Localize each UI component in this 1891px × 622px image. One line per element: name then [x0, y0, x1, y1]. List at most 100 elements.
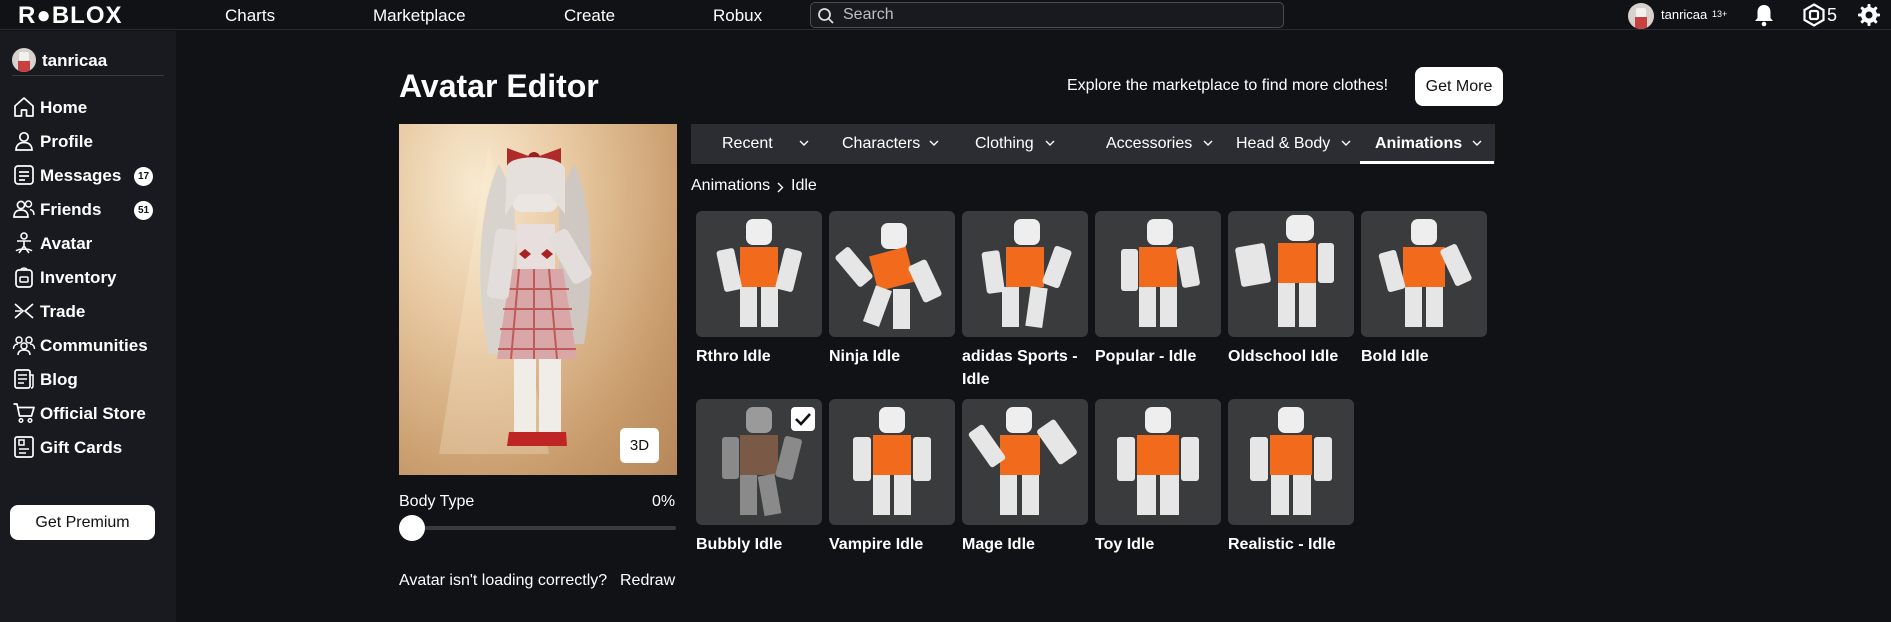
- sidebar-item-label: Gift Cards: [40, 438, 123, 457]
- item-name: Bold Idle: [1361, 348, 1429, 365]
- category-tabs: Recent Characters Clothing Accessories H…: [691, 124, 1495, 164]
- roblox-logo[interactable]: R●BLOX: [18, 2, 123, 30]
- item-thumbnail: [1228, 399, 1354, 525]
- nav-charts[interactable]: Charts: [225, 6, 275, 26]
- item-thumbnail: [1361, 211, 1487, 337]
- profile-icon: [15, 131, 33, 151]
- sidebar-item-official-store[interactable]: Official Store: [12, 399, 172, 427]
- get-more-button[interactable]: Get More: [1415, 67, 1503, 106]
- item-name: Oldschool Idle: [1228, 348, 1339, 365]
- sidebar-item-messages[interactable]: Messages 17: [12, 161, 172, 189]
- tab-animations[interactable]: Animations: [1360, 124, 1494, 164]
- get-premium-button[interactable]: Get Premium: [10, 505, 155, 540]
- sidebar-item-avatar[interactable]: Avatar: [12, 229, 172, 257]
- robux-balance[interactable]: 5: [1827, 5, 1837, 26]
- messages-icon: [14, 165, 34, 185]
- item-name: Bubbly Idle: [696, 536, 783, 553]
- nav-robux[interactable]: Robux: [713, 6, 762, 26]
- sidebar-item-label: Communities: [40, 336, 148, 355]
- body-type-slider-track[interactable]: [410, 526, 676, 530]
- sidebar-avatar: [12, 48, 36, 72]
- home-icon: [14, 97, 34, 117]
- tab-head-and-body[interactable]: Head & Body: [1221, 124, 1351, 164]
- tab-recent[interactable]: Recent: [707, 124, 809, 164]
- top-username[interactable]: tanricaa: [1661, 7, 1707, 22]
- left-sidebar: tanricaa Home Profile Messages 17 Friend…: [0, 31, 176, 622]
- gift-card-icon: [14, 436, 34, 458]
- item-name: Vampire Idle: [829, 536, 924, 553]
- nav-create[interactable]: Create: [564, 6, 615, 26]
- nav-marketplace[interactable]: Marketplace: [373, 6, 466, 26]
- item-thumbnail: [962, 211, 1088, 337]
- top-navigation-bar: R●BLOX Charts Marketplace Create Robux t…: [0, 0, 1891, 30]
- item-name: Rthro Idle: [696, 348, 771, 365]
- avatar-preview[interactable]: 3D: [399, 124, 677, 475]
- tab-label: Recent: [722, 135, 773, 152]
- robux-icon[interactable]: [1802, 3, 1826, 27]
- marketplace-promo-text: Explore the marketplace to find more clo…: [1067, 77, 1389, 94]
- sidebar-item-label: Inventory: [40, 268, 117, 287]
- avatar-figure: [439, 144, 592, 454]
- item-thumbnail: [829, 399, 955, 525]
- body-type-value: 0%: [652, 493, 676, 510]
- friends-count-badge: 51: [134, 201, 153, 220]
- tab-clothing[interactable]: Clothing: [960, 124, 1060, 164]
- user-avatar-thumbnail[interactable]: [1628, 3, 1654, 29]
- body-type-slider-thumb[interactable]: [399, 515, 425, 541]
- item-name: Mage Idle: [962, 536, 1035, 553]
- chevron-down-icon: [1045, 140, 1055, 146]
- trade-icon: [14, 303, 34, 319]
- tab-label: Animations: [1375, 135, 1463, 152]
- sidebar-item-communities[interactable]: Communities: [12, 331, 172, 359]
- redraw-link[interactable]: Redraw: [620, 572, 675, 590]
- item-name: Popular - Idle: [1095, 348, 1197, 365]
- breadcrumb-idle[interactable]: Idle: [791, 177, 817, 195]
- sidebar-item-trade[interactable]: Trade: [12, 297, 172, 325]
- search-icon: [818, 8, 834, 24]
- sidebar-item-inventory[interactable]: Inventory: [12, 263, 172, 291]
- tab-label: Characters: [842, 135, 921, 152]
- chevron-down-icon: [799, 140, 809, 146]
- sidebar-item-label: Messages: [40, 166, 122, 185]
- sidebar-item-gift-cards[interactable]: Gift Cards: [12, 433, 172, 461]
- view-3d-button[interactable]: 3D: [620, 428, 659, 463]
- sidebar-item-label: Friends: [40, 200, 102, 219]
- chevron-down-icon: [929, 140, 939, 146]
- equipped-check-icon: [791, 407, 815, 431]
- search-input[interactable]: [843, 5, 1273, 25]
- age-badge: 13+: [1712, 9, 1728, 19]
- sidebar-item-home[interactable]: Home: [12, 93, 172, 121]
- store-cart-icon: [13, 403, 35, 424]
- item-thumbnail: [1095, 211, 1221, 337]
- item-thumbnail: [1095, 399, 1221, 525]
- tab-characters[interactable]: Characters: [827, 124, 939, 164]
- item-name: Realistic - Idle: [1228, 536, 1336, 553]
- sidebar-item-profile[interactable]: Profile: [12, 127, 172, 155]
- blog-icon: [14, 369, 34, 389]
- redraw-question: Avatar isn't loading correctly?: [399, 572, 608, 589]
- tab-label: Head & Body: [1236, 135, 1331, 152]
- sidebar-item-label: Profile: [40, 132, 93, 151]
- active-tab-indicator: [1360, 161, 1494, 164]
- sidebar-item-friends[interactable]: Friends 51: [12, 195, 172, 223]
- friends-icon: [13, 200, 35, 218]
- sidebar-item-blog[interactable]: Blog: [12, 365, 172, 393]
- avatar-icon: [15, 232, 33, 254]
- sidebar-username: tanricaa: [42, 51, 108, 70]
- chevron-down-icon: [1341, 140, 1351, 146]
- search-box: [810, 2, 1284, 28]
- sidebar-user[interactable]: tanricaa: [12, 48, 164, 76]
- sidebar-item-label: Home: [40, 98, 88, 117]
- breadcrumb-animations[interactable]: Animations: [691, 177, 770, 195]
- tab-accessories[interactable]: Accessories: [1091, 124, 1213, 164]
- settings-gear-icon[interactable]: [1857, 3, 1881, 27]
- notification-bell-icon[interactable]: [1752, 3, 1776, 27]
- page-title: Avatar Editor: [399, 68, 599, 104]
- tab-label: Accessories: [1106, 135, 1193, 152]
- chevron-right-icon: [777, 182, 784, 193]
- item-thumbnail: [962, 399, 1088, 525]
- chevron-down-icon: [1472, 140, 1482, 146]
- item-thumbnail: [696, 211, 822, 337]
- sidebar-item-label: Official Store: [40, 404, 146, 423]
- tab-label: Clothing: [975, 135, 1034, 152]
